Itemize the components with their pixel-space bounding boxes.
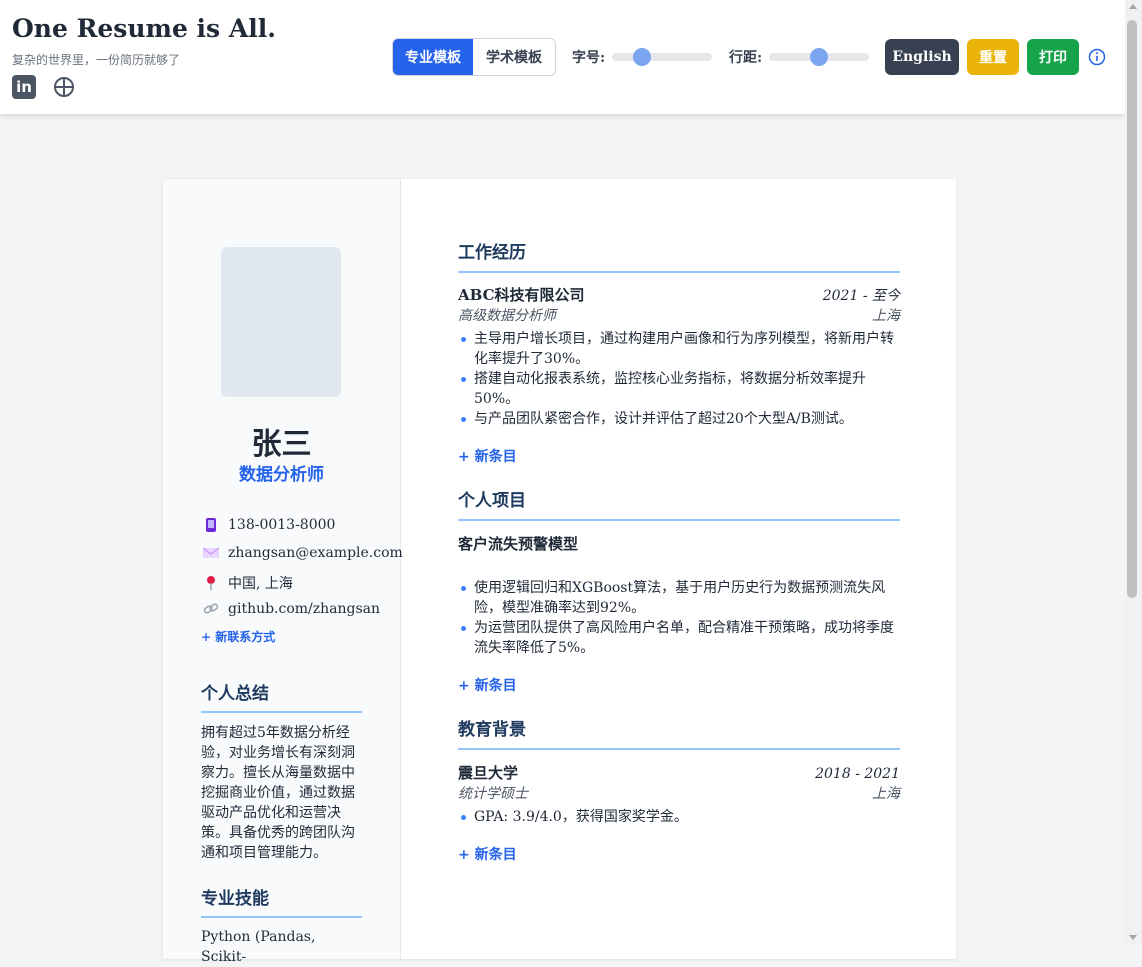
line-height-slider[interactable]	[769, 48, 869, 66]
add-project-entry-button[interactable]: + 新条目	[458, 675, 517, 695]
list-item[interactable]: 使用逻辑回归和XGBoost算法，基于用户历史行为数据预测流失风 险，模型准确率达…	[458, 578, 900, 618]
reset-button[interactable]: 重置	[967, 39, 1019, 75]
academic-template-button[interactable]: 学术模板	[473, 39, 555, 75]
print-button[interactable]: 打印	[1027, 39, 1079, 75]
add-contact-button[interactable]: + 新联系方式	[201, 628, 275, 645]
profile-photo-placeholder[interactable]	[221, 247, 341, 397]
font-size-slider[interactable]	[612, 48, 712, 66]
project-entry-header: 客户流失预警模型	[458, 533, 900, 554]
bullet-line: GPA: 3.9/4.0，获得国家奖学金。	[474, 809, 688, 825]
bullet-line: 与产品团队紧密合作，设计并评估了超过20个大型A/B测试。	[474, 411, 853, 427]
summary-line: 验，对业务增长有深刻洞	[201, 745, 355, 761]
contact-email[interactable]: zhangsan@example.com	[201, 545, 403, 561]
link-icon	[203, 603, 219, 614]
phone-icon	[206, 518, 216, 532]
bullet-line: 为运营团队提供了高风险用户名单，配合精准干预策略，成功将季度	[474, 620, 894, 636]
add-work-entry-button[interactable]: + 新条目	[458, 446, 517, 466]
scroll-down-arrow-icon[interactable]	[1129, 935, 1137, 940]
contact-text: 中国, 上海	[228, 576, 293, 592]
summary-heading[interactable]: 个人总结	[201, 679, 362, 713]
contact-link[interactable]: github.com/zhangsan	[201, 601, 380, 617]
page-scrollbar[interactable]	[1125, 0, 1142, 944]
bullet-line: 流失率降低了5%。	[474, 640, 595, 656]
work-dates[interactable]: 2021 - 至今	[823, 285, 900, 305]
education-bullets: GPA: 3.9/4.0，获得国家奖学金。	[458, 807, 900, 827]
skills-heading[interactable]: 专业技能	[201, 884, 362, 918]
candidate-name[interactable]: 张三	[163, 419, 400, 463]
education-dates[interactable]: 2018 - 2021	[815, 766, 900, 782]
projects-heading[interactable]: 个人项目	[458, 486, 900, 521]
list-item[interactable]: 搭建自动化报表系统，监控核心业务指标，将数据分析效率提升 50%。	[458, 369, 900, 409]
summary-line: 通和项目管理能力。	[201, 845, 327, 861]
contact-text: 138-0013-8000	[228, 517, 336, 533]
work-entry-subheader: 高级数据分析师 上海	[458, 305, 900, 325]
font-size-slider-thumb[interactable]	[633, 48, 651, 66]
work-role[interactable]: 高级数据分析师	[458, 305, 556, 325]
bullet-line: 化率提升了30%。	[474, 351, 590, 367]
work-heading[interactable]: 工作经历	[458, 238, 900, 273]
summary-line: 驱动产品优化和运营决	[201, 805, 341, 821]
bullet-line: 搭建自动化报表系统，监控核心业务指标，将数据分析效率提升	[474, 371, 866, 387]
school-name[interactable]: 震旦大学	[458, 762, 518, 783]
app-title: One Resume is All.	[12, 14, 276, 43]
template-switch: 专业模板 学术模板	[392, 38, 556, 76]
bullet-line: 50%。	[474, 391, 520, 407]
bullet-line: 使用逻辑回归和XGBoost算法，基于用户历史行为数据预测流失风	[474, 580, 886, 596]
work-entry-header: ABC科技有限公司 2021 - 至今	[458, 284, 900, 305]
app-header: One Resume is All. 复杂的世界里，一份简历就够了 in 专业模…	[0, 0, 1125, 114]
skills-text[interactable]: Python (Pandas, Scikit-	[201, 927, 361, 967]
professional-template-button[interactable]: 专业模板	[393, 39, 473, 75]
education-entry-subheader: 统计学硕士 上海	[458, 783, 900, 803]
work-location[interactable]: 上海	[872, 305, 900, 325]
font-size-label: 字号:	[572, 50, 606, 66]
line-height-label: 行距:	[729, 50, 763, 66]
scroll-up-arrow-icon[interactable]	[1129, 4, 1137, 9]
app-subtitle: 复杂的世界里，一份简历就够了	[12, 53, 181, 67]
project-name[interactable]: 客户流失预警模型	[458, 533, 578, 554]
resume-page: 张三 数据分析师 138-0013-8000 zhangsan@example.…	[163, 179, 956, 965]
contact-phone[interactable]: 138-0013-8000	[201, 517, 335, 533]
summary-line: 拥有超过5年数据分析经	[201, 725, 350, 741]
bullet-line: 主导用户增长项目，通过构建用户画像和行为序列模型，将新用户转	[474, 331, 894, 347]
project-bullets: 使用逻辑回归和XGBoost算法，基于用户历史行为数据预测流失风 险，模型准确率达…	[458, 578, 900, 658]
add-education-entry-button[interactable]: + 新条目	[458, 844, 517, 864]
bullet-line: 险，模型准确率达到92%。	[474, 600, 646, 616]
summary-line: 策。具备优秀的跨团队沟	[201, 825, 355, 841]
info-icon[interactable]	[1088, 48, 1106, 66]
contact-location[interactable]: 中国, 上海	[201, 573, 293, 593]
line-height-slider-thumb[interactable]	[810, 48, 828, 66]
education-entry-header: 震旦大学 2018 - 2021	[458, 762, 900, 783]
email-icon	[202, 547, 220, 558]
education-location[interactable]: 上海	[872, 783, 900, 803]
list-item[interactable]: 主导用户增长项目，通过构建用户画像和行为序列模型，将新用户转 化率提升了30%。	[458, 329, 900, 369]
language-toggle-button[interactable]: English	[885, 39, 959, 75]
summary-text[interactable]: 拥有超过5年数据分析经 验，对业务增长有深刻洞 察力。擅长从海量数据中 挖掘商业…	[201, 723, 361, 863]
linkedin-icon[interactable]: in	[12, 75, 36, 99]
summary-line: 察力。擅长从海量数据中	[201, 765, 355, 781]
resume-sidebar: 张三 数据分析师 138-0013-8000 zhangsan@example.…	[163, 179, 403, 965]
contact-text: zhangsan@example.com	[228, 545, 403, 561]
list-item[interactable]: 为运营团队提供了高风险用户名单，配合精准干预策略，成功将季度 流失率降低了5%。	[458, 618, 900, 658]
contact-text: github.com/zhangsan	[228, 601, 381, 617]
globe-icon[interactable]	[52, 75, 76, 99]
summary-line: 挖掘商业价值，通过数据	[201, 785, 355, 801]
location-pin-icon	[207, 576, 215, 590]
company-name[interactable]: ABC科技有限公司	[458, 284, 585, 305]
scrollbar-thumb[interactable]	[1127, 20, 1137, 598]
degree[interactable]: 统计学硕士	[458, 783, 528, 803]
candidate-title[interactable]: 数据分析师	[163, 460, 400, 485]
education-heading[interactable]: 教育背景	[458, 715, 900, 750]
list-item[interactable]: GPA: 3.9/4.0，获得国家奖学金。	[458, 807, 900, 827]
work-bullets: 主导用户增长项目，通过构建用户画像和行为序列模型，将新用户转 化率提升了30%。 …	[458, 329, 900, 429]
list-item[interactable]: 与产品团队紧密合作，设计并评估了超过20个大型A/B测试。	[458, 409, 900, 429]
